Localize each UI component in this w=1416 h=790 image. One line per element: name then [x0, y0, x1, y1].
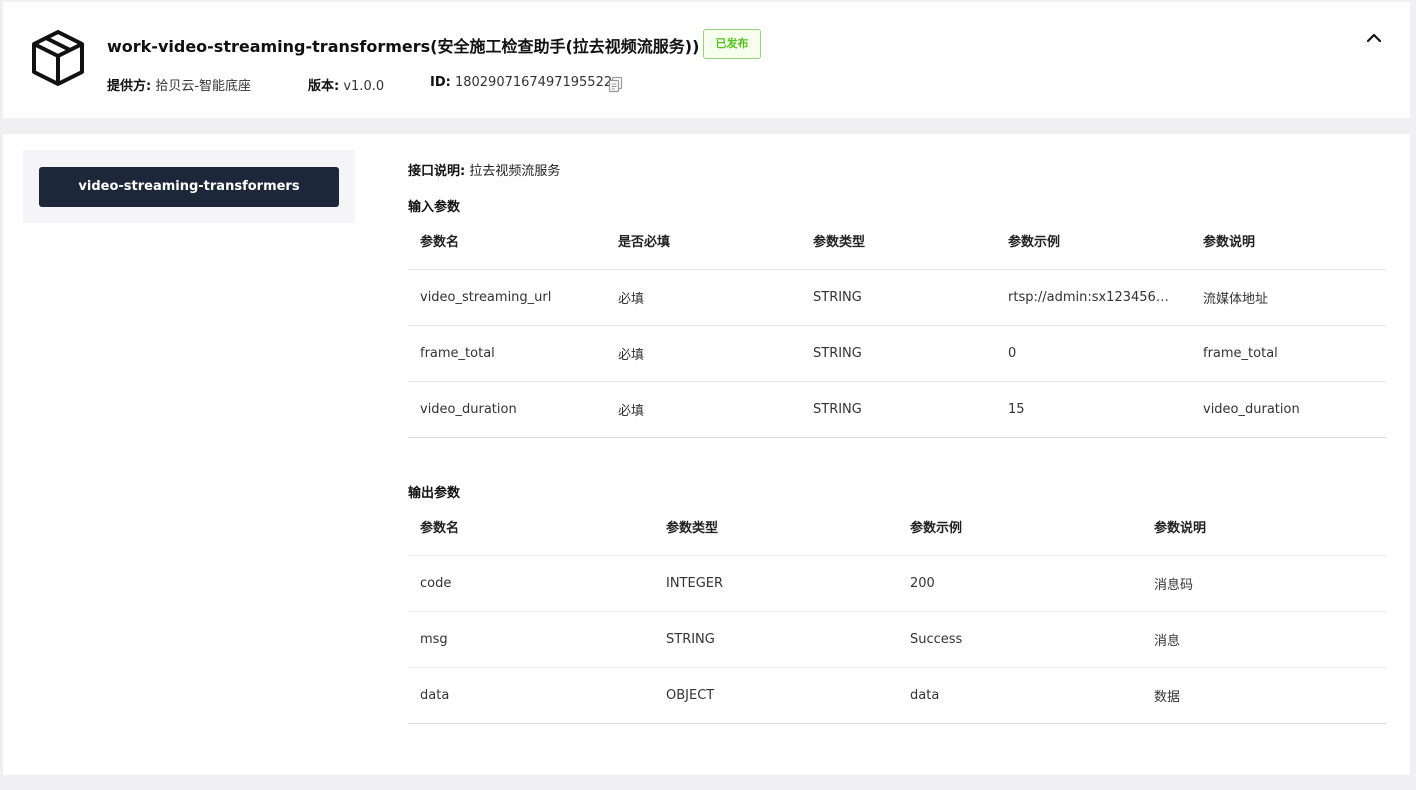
column-header: 参数说明 [1142, 499, 1386, 556]
status-badge: 已发布 [703, 29, 761, 59]
id-info: ID: 1802907167497195522 [430, 75, 612, 90]
column-header: 参数名 [408, 213, 606, 270]
provider-info: 提供方: 拾贝云-智能底座 [107, 75, 251, 94]
table-cell: 数据 [1142, 667, 1386, 724]
table-cell: 0 [996, 325, 1191, 382]
provider-label: 提供方: [107, 79, 152, 94]
column-header: 参数类型 [801, 213, 996, 270]
table-row: video_streaming_url 必填 STRING rtsp://adm… [408, 269, 1386, 326]
table-cell: 消息码 [1142, 555, 1386, 612]
table-cell: frame_total [408, 325, 606, 382]
table-cell: rtsp://admin:sx123456@... [996, 269, 1191, 326]
provider-value: 拾贝云-智能底座 [155, 79, 252, 94]
version-label: 版本: [308, 79, 340, 94]
table-row: code INTEGER 200 消息码 [408, 555, 1386, 612]
column-header: 是否必填 [606, 213, 801, 270]
table-cell: 必填 [606, 325, 801, 382]
table-cell: 200 [898, 555, 1142, 612]
service-detail: video-streaming-transformers 接口说明: 拉去视频流… [3, 134, 1410, 775]
version-value: v1.0.0 [343, 79, 385, 94]
table-cell: 15 [996, 381, 1191, 438]
column-header: 参数示例 [996, 213, 1191, 270]
table-cell: msg [408, 611, 654, 668]
table-cell: STRING [801, 325, 996, 382]
column-header: 参数名 [408, 499, 654, 556]
table-row: video_duration 必填 STRING 15 video_durati… [408, 381, 1386, 438]
table-cell: OBJECT [654, 667, 898, 724]
table-cell: data [408, 667, 654, 724]
cube-icon [32, 30, 84, 86]
output-params-table: 参数名 参数类型 参数示例 参数说明 code INTEGER 200 消息码 … [408, 499, 1386, 724]
service-header: work-video-streaming-transformers(安全施工检查… [3, 2, 1410, 118]
table-cell: Success [898, 611, 1142, 668]
table-cell: data [898, 667, 1142, 724]
column-header: 参数说明 [1191, 213, 1386, 270]
table-row: frame_total 必填 STRING 0 frame_total [408, 325, 1386, 382]
table-cell: 消息 [1142, 611, 1386, 668]
table-cell: STRING [801, 381, 996, 438]
copy-icon[interactable] [608, 76, 624, 93]
table-cell: video_duration [1191, 381, 1386, 438]
interface-description-label: 接口说明: [408, 164, 466, 179]
table-cell: code [408, 555, 654, 612]
table-row: msg STRING Success 消息 [408, 611, 1386, 668]
table-cell: 必填 [606, 269, 801, 326]
table-cell: 必填 [606, 381, 801, 438]
table-row: data OBJECT data 数据 [408, 667, 1386, 724]
interface-description-value: 拉去视频流服务 [469, 164, 561, 179]
version-info: 版本: v1.0.0 [308, 75, 384, 94]
column-header: 参数示例 [898, 499, 1142, 556]
sidebar-item-video-streaming-transformers[interactable]: video-streaming-transformers [39, 167, 339, 207]
page-title: work-video-streaming-transformers(安全施工检查… [107, 37, 700, 56]
interface-description: 接口说明: 拉去视频流服务 [408, 160, 560, 179]
table-cell: video_streaming_url [408, 269, 606, 326]
table-cell: 流媒体地址 [1191, 269, 1386, 326]
table-cell: STRING [801, 269, 996, 326]
table-cell: frame_total [1191, 325, 1386, 382]
id-value: 1802907167497195522 [454, 75, 613, 90]
interface-sidebar: video-streaming-transformers [23, 150, 355, 223]
column-header: 参数类型 [654, 499, 898, 556]
table-cell: STRING [654, 611, 898, 668]
chevron-up-icon[interactable] [1363, 27, 1385, 49]
table-header-row: 参数名 参数类型 参数示例 参数说明 [408, 499, 1386, 556]
input-params-table: 参数名 是否必填 参数类型 参数示例 参数说明 video_streaming_… [408, 213, 1386, 438]
table-header-row: 参数名 是否必填 参数类型 参数示例 参数说明 [408, 213, 1386, 270]
table-cell: INTEGER [654, 555, 898, 612]
table-cell: video_duration [408, 381, 606, 438]
id-label: ID: [430, 75, 451, 90]
